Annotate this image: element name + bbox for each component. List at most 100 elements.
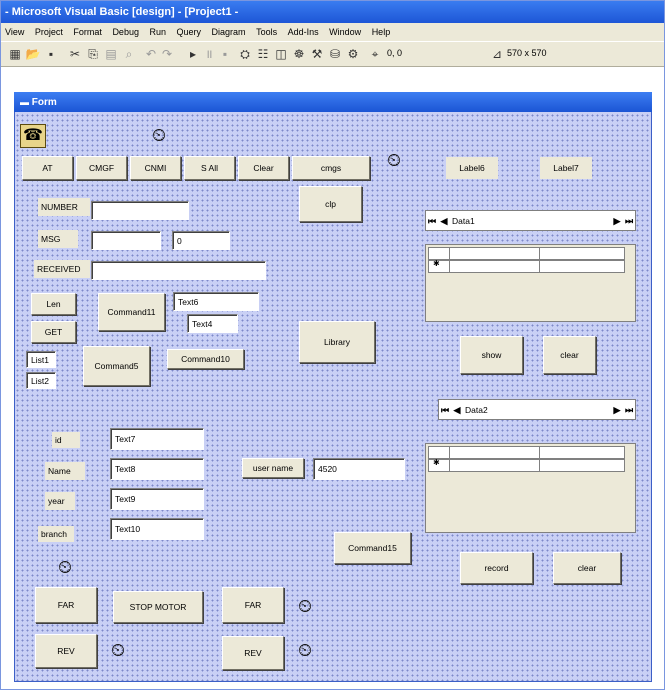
next-record-icon[interactable]: ▶ (611, 214, 623, 228)
menu-debug[interactable]: Debug (112, 27, 139, 37)
timer-icon[interactable]: ⏲ (56, 557, 74, 577)
cmgf-button[interactable]: CMGF (76, 156, 127, 180)
first-record-icon[interactable]: ⏮ (439, 403, 451, 417)
data-grid-1[interactable]: ✱ (425, 244, 636, 322)
menu-run[interactable]: Run (149, 27, 166, 37)
menu-query[interactable]: Query (177, 27, 202, 37)
run-icon[interactable]: ▸ (185, 46, 201, 62)
text8-field[interactable]: Text8 (110, 458, 204, 480)
previous-record-icon[interactable]: ◀ (451, 403, 463, 417)
list1-listbox[interactable]: List1 (26, 351, 56, 368)
clear-button-2[interactable]: clear (553, 552, 621, 584)
command5-button[interactable]: Command5 (83, 346, 150, 386)
menu-help[interactable]: Help (372, 27, 391, 37)
current-row-icon: ✱ (433, 259, 440, 268)
object-browser-icon[interactable]: ☸ (291, 46, 307, 62)
text10-field[interactable]: Text10 (110, 518, 204, 540)
text7-field[interactable]: Text7 (110, 428, 204, 450)
timer-icon[interactable]: ⏲ (109, 640, 127, 660)
user-name-button[interactable]: user name (242, 458, 304, 478)
cnmi-button[interactable]: CNMI (130, 156, 181, 180)
command10-button[interactable]: Command10 (167, 349, 244, 369)
number-label: NUMBER (38, 198, 90, 216)
get-button[interactable]: GET (31, 321, 76, 343)
first-record-icon[interactable]: ⏮ (426, 214, 438, 228)
number-field[interactable] (91, 201, 189, 220)
menu-project[interactable]: Project (35, 27, 63, 37)
timer-icon[interactable]: ⏲ (296, 596, 314, 616)
toolbox-icon[interactable]: ⚒ (309, 46, 325, 62)
name-label: Name (45, 462, 85, 480)
form-layout-icon[interactable]: ◫ (273, 46, 289, 62)
clear-button[interactable]: Clear (238, 156, 289, 180)
visual-component-icon[interactable]: ⚙ (345, 46, 361, 62)
find-icon[interactable]: ⌕ (121, 46, 137, 62)
text4-field[interactable]: Text4 (187, 314, 238, 333)
cmgs-button[interactable]: cmgs (292, 156, 370, 180)
project-explorer-icon[interactable]: ⛭ (237, 46, 253, 62)
rev-button-2[interactable]: REV (222, 636, 284, 670)
rev-button-1[interactable]: REV (35, 634, 97, 668)
data-view-icon[interactable]: ⛁ (327, 46, 343, 62)
grid-header-row (428, 446, 625, 459)
open-folder-icon[interactable]: 📂 (25, 46, 41, 62)
menu-tools[interactable]: Tools (256, 27, 277, 37)
cut-icon[interactable]: ✂ (67, 46, 83, 62)
list2-listbox[interactable]: List2 (26, 372, 56, 389)
last-record-icon[interactable]: ⏭ (623, 403, 635, 417)
grid-cell (539, 460, 540, 471)
timer-icon[interactable]: ⏲ (296, 640, 314, 660)
stop-motor-button[interactable]: STOP MOTOR (113, 591, 203, 623)
undo-icon[interactable]: ↶ (143, 46, 159, 62)
redo-icon[interactable]: ↷ (159, 46, 175, 62)
copy-icon[interactable]: ⎘ (85, 46, 101, 62)
previous-record-icon[interactable]: ◀ (438, 214, 450, 228)
received-label: RECEIVED (34, 260, 90, 278)
grid-row[interactable]: ✱ (428, 458, 625, 472)
pause-icon[interactable]: ॥ (201, 46, 217, 62)
mscomm-control-icon[interactable]: ☎ (20, 124, 46, 148)
command11-button[interactable]: Command11 (98, 293, 165, 331)
text6-field[interactable]: Text6 (173, 292, 259, 311)
menu-add-ins[interactable]: Add-Ins (288, 27, 319, 37)
menu-bar: View Project Format Debug Run Query Diag… (1, 23, 664, 41)
form-designer[interactable] (14, 92, 652, 682)
grid-cell (539, 447, 540, 458)
properties-icon[interactable]: ☷ (255, 46, 271, 62)
command15-button[interactable]: Command15 (334, 532, 411, 564)
clp-button[interactable]: clp (299, 186, 362, 222)
far-button-1[interactable]: FAR (35, 587, 97, 623)
save-icon[interactable]: ▪ (43, 46, 59, 62)
menu-diagram[interactable]: Diagram (212, 27, 246, 37)
menu-view[interactable]: View (5, 27, 24, 37)
data2-caption: Data2 (465, 404, 488, 415)
stop-icon[interactable]: ▪ (217, 46, 233, 62)
data-grid-2[interactable]: ✱ (425, 443, 636, 533)
msg-count-field[interactable]: 0 (172, 231, 230, 250)
s-all-button[interactable]: S All (184, 156, 235, 180)
timer-icon[interactable]: ⏲ (150, 125, 168, 145)
timer-icon[interactable]: ⏲ (385, 150, 403, 170)
menu-window[interactable]: Window (329, 27, 361, 37)
record-button[interactable]: record (460, 552, 533, 584)
received-field[interactable] (91, 261, 266, 280)
menu-format[interactable]: Format (73, 27, 102, 37)
library-button[interactable]: Library (299, 321, 375, 363)
text9-field[interactable]: Text9 (110, 488, 204, 510)
paste-icon[interactable]: ▤ (103, 46, 119, 62)
data2-control[interactable]: ⏮ ◀ Data2 ▶ ⏭ (438, 399, 636, 420)
user-name-field[interactable]: 4520 (313, 458, 405, 480)
last-record-icon[interactable]: ⏭ (623, 214, 635, 228)
show-button[interactable]: show (460, 336, 523, 374)
year-label: year (45, 492, 75, 510)
data1-control[interactable]: ⏮ ◀ Data1 ▶ ⏭ (425, 210, 636, 231)
grid-row[interactable]: ✱ (428, 259, 625, 273)
len-button[interactable]: Len (31, 293, 76, 315)
clear-button-1[interactable]: clear (543, 336, 596, 374)
add-project-icon[interactable]: ▦ (7, 46, 23, 62)
position-icon: ⌖ (371, 47, 379, 61)
at-button[interactable]: AT (22, 156, 73, 180)
msg-field[interactable] (91, 231, 161, 250)
next-record-icon[interactable]: ▶ (611, 403, 623, 417)
far-button-2[interactable]: FAR (222, 587, 284, 623)
